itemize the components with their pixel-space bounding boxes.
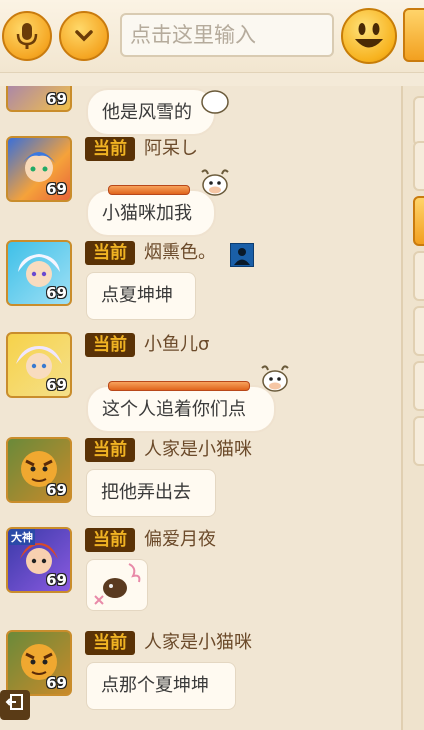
avatar[interactable]: 69 (6, 86, 72, 112)
rank-badge: 大神 (9, 529, 35, 545)
side-tab[interactable] (413, 306, 424, 356)
status-tag: 当前 (85, 241, 135, 265)
avatar[interactable]: 大神 69 (6, 527, 72, 593)
voice-button[interactable] (2, 11, 52, 61)
user-name[interactable]: 人家是小猫咪 (144, 438, 252, 462)
user-name[interactable]: 阿呆し (144, 137, 198, 161)
cow-icon (261, 365, 289, 392)
bubble-decoration (108, 185, 190, 195)
pet-sticker-icon (94, 563, 141, 605)
status-tag: 当前 (85, 137, 135, 161)
side-tab[interactable] (413, 96, 424, 146)
right-tab-column (403, 86, 424, 730)
expand-button[interactable] (59, 11, 109, 61)
exit-button[interactable] (0, 690, 30, 720)
message-text: 点夏坤坤 (101, 285, 173, 306)
level-badge: 69 (46, 571, 67, 589)
message-text: 点那个夏坤坤 (101, 675, 209, 696)
status-tag: 当前 (85, 438, 135, 462)
side-tab[interactable] (413, 141, 424, 191)
level-badge: 69 (46, 674, 67, 692)
message-bubble[interactable]: 这个人追着你们点 (86, 381, 276, 433)
user-name[interactable]: 烟熏色。 (144, 241, 216, 265)
message-bubble[interactable]: 点那个夏坤坤 (86, 662, 236, 710)
chat-list[interactable]: 69 他是风雪的 69 当前 阿呆し 小猫咪加我 69 当前 烟熏色。 点夏坤坤… (0, 86, 403, 730)
emoji-button[interactable] (341, 8, 397, 64)
user-name[interactable]: 小鱼儿σ (144, 333, 209, 357)
message-bubble[interactable]: 点夏坤坤 (86, 272, 196, 320)
smiley-icon (355, 23, 383, 48)
message-text: 他是风雪的 (102, 102, 192, 123)
bubble-decoration (108, 381, 250, 391)
user-name[interactable]: 人家是小猫咪 (144, 631, 252, 655)
message-text: 把他弄出去 (101, 482, 191, 503)
person-icon (234, 248, 250, 265)
side-tab-button[interactable] (403, 8, 424, 62)
level-badge: 69 (46, 376, 67, 394)
exit-icon (5, 694, 23, 710)
level-badge: 69 (46, 481, 67, 499)
profile-icon[interactable] (230, 243, 254, 267)
cow-icon (201, 90, 229, 114)
message-bubble[interactable]: 把他弄出去 (86, 469, 216, 517)
avatar[interactable]: 69 (6, 332, 72, 398)
chevron-down-icon (75, 30, 93, 42)
message-text: 这个人追着你们点 (102, 399, 246, 420)
microphone-icon (16, 23, 38, 49)
side-tab[interactable] (413, 361, 424, 411)
level-badge: 69 (46, 90, 67, 108)
sticker-message[interactable] (86, 559, 148, 611)
side-tab-active[interactable] (413, 196, 424, 246)
cow-icon (201, 169, 229, 196)
level-badge: 69 (46, 180, 67, 198)
side-tab[interactable] (413, 251, 424, 301)
search-input[interactable]: 点击这里输入 (120, 13, 334, 57)
user-name[interactable]: 偏爱月夜 (144, 528, 216, 552)
avatar[interactable]: 69 (6, 630, 72, 696)
avatar[interactable]: 69 (6, 136, 72, 202)
avatar[interactable]: 69 (6, 437, 72, 503)
status-tag: 当前 (85, 333, 135, 357)
message-text: 小猫咪加我 (102, 203, 192, 224)
status-tag: 当前 (85, 528, 135, 552)
side-tab[interactable] (413, 416, 424, 466)
avatar[interactable]: 69 (6, 240, 72, 306)
top-toolbar: 点击这里输入 (0, 0, 424, 73)
level-badge: 69 (46, 284, 67, 302)
status-tag: 当前 (85, 631, 135, 655)
